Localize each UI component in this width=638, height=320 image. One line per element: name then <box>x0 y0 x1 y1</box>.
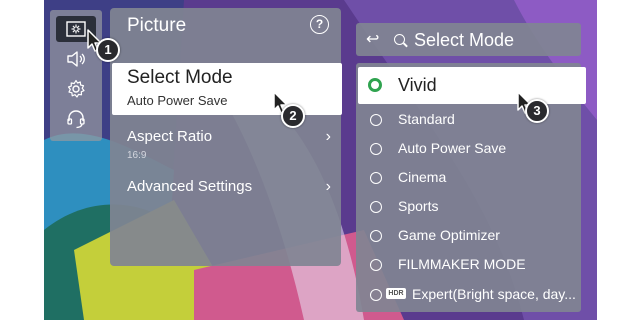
radio-icon <box>370 201 382 213</box>
search-icon[interactable] <box>394 34 405 45</box>
picture-menu-panel: Picture ? Aspect Ratio 16:9 › Advanced S… <box>110 8 341 266</box>
select-mode-item[interactable]: Select Mode Auto Power Save <box>112 63 342 115</box>
hdr-badge: HDR <box>386 288 406 299</box>
option-label: Sports <box>398 198 439 214</box>
radio-icon <box>370 143 382 155</box>
option-label: FILMMAKER MODE <box>398 256 526 272</box>
option-label: Expert(Bright space, day... <box>412 286 576 302</box>
picture-menu-title: Picture <box>127 15 187 36</box>
option-label: Standard <box>398 111 455 127</box>
radio-icon <box>370 172 382 184</box>
step-badge-1: 1 <box>96 38 120 62</box>
radio-icon <box>370 259 382 271</box>
option-label: Vivid <box>398 75 437 95</box>
radio-icon <box>370 114 382 126</box>
option-expert[interactable]: HDR Expert(Bright space, day... <box>370 285 580 305</box>
option-label: Cinema <box>398 169 447 185</box>
select-mode-header: ↩ Select Mode <box>356 23 581 56</box>
advanced-settings-chevron-icon: › <box>325 178 331 195</box>
select-mode-label: Select Mode <box>127 67 233 88</box>
radio-selected-icon <box>368 78 382 92</box>
tv-screen: Picture ? Aspect Ratio 16:9 › Advanced S… <box>0 0 638 320</box>
aspect-ratio-item[interactable]: Aspect Ratio <box>127 128 212 145</box>
option-label: Auto Power Save <box>398 140 507 156</box>
aspect-ratio-value: 16:9 <box>127 150 147 161</box>
step-badge-2: 2 <box>281 104 305 128</box>
support-category-button[interactable] <box>56 106 96 132</box>
option-label: Game Optimizer <box>398 227 500 243</box>
back-icon[interactable]: ↩ <box>366 29 379 49</box>
step-badge-3: 3 <box>525 99 549 123</box>
aspect-ratio-chevron-icon: › <box>325 128 331 145</box>
select-mode-value: Auto Power Save <box>127 93 228 108</box>
advanced-settings-item[interactable]: Advanced Settings <box>127 178 252 195</box>
option-vivid[interactable]: Vivid <box>358 67 586 104</box>
headset-icon <box>67 110 85 129</box>
select-mode-header-title: Select Mode <box>414 30 515 50</box>
radio-icon <box>370 230 382 242</box>
radio-icon <box>370 289 382 301</box>
gear-icon <box>67 79 85 98</box>
general-category-button[interactable] <box>56 76 96 102</box>
help-icon[interactable]: ? <box>310 15 329 34</box>
